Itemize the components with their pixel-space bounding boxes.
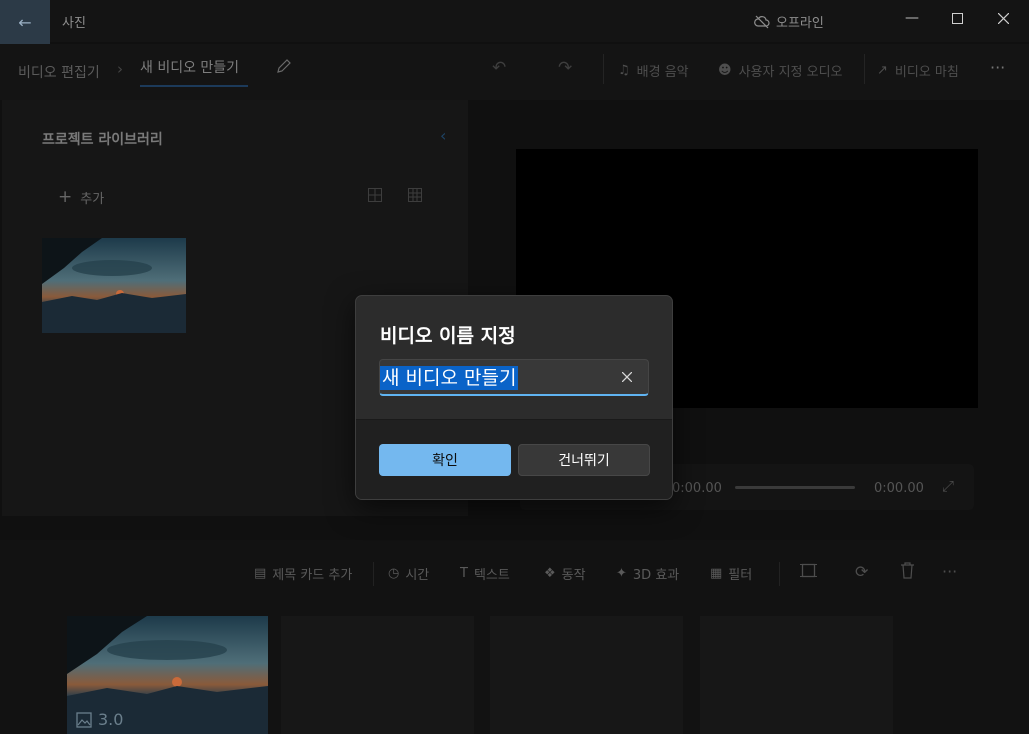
finish-video-button[interactable]: ↗ 비디오 마침 xyxy=(877,61,959,80)
rotate-icon: ⟳ xyxy=(855,562,869,581)
name-video-dialog: 비디오 이름 지정 새 비디오 만들기 확인 건너뛰기 xyxy=(355,295,673,500)
total-time: 0:00.00 xyxy=(874,481,924,496)
add-title-card-button[interactable]: ▤ 제목 카드 추가 xyxy=(254,564,352,583)
dialog-title: 비디오 이름 지정 xyxy=(380,325,516,347)
crop-icon xyxy=(800,563,817,578)
duration-label: 시간 xyxy=(405,568,430,583)
background-music-button[interactable]: ♫ 배경 음악 xyxy=(618,61,689,80)
trash-icon xyxy=(901,562,914,579)
custom-audio-button[interactable]: ☻ 사용자 지정 오디오 xyxy=(718,61,843,80)
storyboard-divider xyxy=(373,562,374,586)
rotate-button[interactable]: ⟳ xyxy=(855,562,868,581)
minimize-icon: — xyxy=(905,10,919,26)
toolbar-divider xyxy=(603,54,604,84)
library-media-thumbnail[interactable] xyxy=(42,238,186,333)
filters-label: 필터 xyxy=(728,568,753,583)
plus-icon: + xyxy=(58,187,73,207)
clip-duration: 3.0 xyxy=(76,710,123,729)
cloud-off-icon xyxy=(754,15,770,28)
music-note-icon: ♫ xyxy=(618,63,630,78)
empty-clip-slot xyxy=(281,616,474,734)
add-media-button[interactable]: + 추가 xyxy=(58,187,104,207)
filters-button[interactable]: ▦ 필터 xyxy=(710,564,752,583)
breadcrumb-current[interactable]: 새 비디오 만들기 xyxy=(140,57,239,77)
maximize-icon xyxy=(951,12,963,24)
title-card-label: 제목 카드 추가 xyxy=(272,568,353,583)
undo-button[interactable]: ↶ xyxy=(492,58,506,78)
video-name-value: 새 비디오 만들기 xyxy=(380,366,519,390)
undo-icon: ↶ xyxy=(492,58,507,78)
close-icon xyxy=(621,371,633,383)
title-card-icon: ▤ xyxy=(254,566,267,581)
collapse-library-button[interactable]: ‹ xyxy=(440,126,446,145)
finish-video-label: 비디오 마침 xyxy=(894,65,959,80)
seek-bar[interactable] xyxy=(735,486,855,489)
storyboard-more-button[interactable]: ··· xyxy=(942,562,957,581)
breadcrumb-underline xyxy=(140,85,248,87)
person-audio-icon: ☻ xyxy=(718,63,732,78)
motion-label: 동작 xyxy=(561,568,586,583)
crop-button[interactable] xyxy=(800,562,817,583)
3d-effects-label: 3D 효과 xyxy=(632,568,680,583)
image-icon xyxy=(76,711,92,728)
back-button[interactable]: ← xyxy=(0,0,50,44)
video-name-input[interactable]: 새 비디오 만들기 xyxy=(379,359,649,396)
storyboard-divider xyxy=(779,562,780,586)
maximize-button[interactable] xyxy=(934,4,980,32)
redo-button[interactable]: ↷ xyxy=(558,58,572,78)
library-title: 프로젝트 라이브러리 xyxy=(42,132,163,148)
app-title: 사진 xyxy=(62,16,86,31)
toolbar-divider xyxy=(864,54,865,84)
minimize-button[interactable]: — xyxy=(889,4,935,32)
close-window-button[interactable] xyxy=(980,4,1026,32)
skip-button[interactable]: 건너뛰기 xyxy=(518,444,650,476)
chevron-right-icon: › xyxy=(117,60,123,78)
pencil-icon xyxy=(277,59,291,73)
text-label: 텍스트 xyxy=(473,568,510,583)
sunset-photo xyxy=(42,238,186,333)
more-options-button[interactable]: ··· xyxy=(990,58,1005,77)
text-icon: T xyxy=(460,566,468,581)
dialog-body xyxy=(356,296,672,419)
empty-clip-slot xyxy=(490,616,683,734)
grid-large-icon xyxy=(368,188,382,202)
rename-button[interactable] xyxy=(276,58,292,78)
current-time: 0:00.00 xyxy=(672,481,722,496)
motion-button[interactable]: ❖ 동작 xyxy=(544,564,586,583)
fullscreen-button[interactable]: ⤢ xyxy=(942,477,954,495)
3d-effects-button[interactable]: ✦ 3D 효과 xyxy=(616,564,679,583)
duration-button[interactable]: ◷ 시간 xyxy=(388,564,429,583)
text-button[interactable]: T 텍스트 xyxy=(460,564,510,583)
expand-icon: ⤢ xyxy=(942,477,955,495)
clip-duration-value: 3.0 xyxy=(98,710,124,729)
grid-small-icon xyxy=(408,188,422,202)
add-label: 추가 xyxy=(80,191,105,207)
offline-status: 오프라인 xyxy=(754,12,824,31)
title-bar xyxy=(0,0,1029,42)
confirm-button[interactable]: 확인 xyxy=(379,444,511,476)
breadcrumb-parent[interactable]: 비디오 편집기 xyxy=(18,62,100,82)
delete-button[interactable] xyxy=(900,562,915,583)
close-icon xyxy=(997,12,1009,24)
grid-view-small-button[interactable] xyxy=(408,188,422,206)
arrow-left-icon: ← xyxy=(18,12,32,32)
custom-audio-label: 사용자 지정 오디오 xyxy=(738,65,843,80)
filter-brush-icon: ▦ xyxy=(710,566,723,581)
background-music-label: 배경 음악 xyxy=(636,65,689,80)
offline-label: 오프라인 xyxy=(776,16,824,31)
empty-clip-slot xyxy=(700,616,893,734)
3d-effects-icon: ✦ xyxy=(616,566,627,581)
chevron-left-icon: ‹ xyxy=(440,126,447,145)
motion-icon: ❖ xyxy=(544,566,556,581)
clear-input-button[interactable] xyxy=(621,366,633,386)
clock-icon: ◷ xyxy=(388,566,400,581)
redo-icon: ↷ xyxy=(558,58,573,78)
grid-view-large-button[interactable] xyxy=(368,188,382,206)
share-icon: ↗ xyxy=(877,63,888,78)
